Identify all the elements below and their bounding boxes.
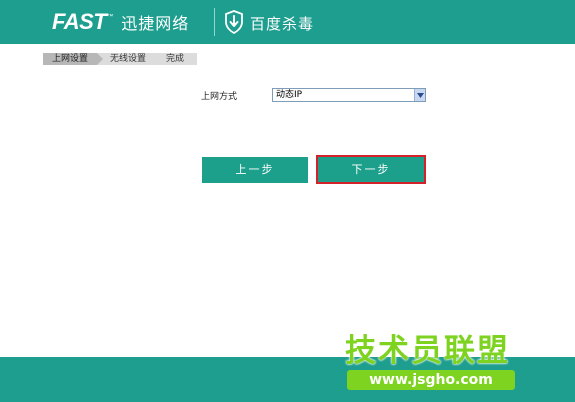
connection-type-value: 动态IP bbox=[276, 90, 303, 100]
watermark-text: 技术员联盟 bbox=[345, 333, 510, 369]
fast-logo: FAST ™ 迅捷网络 bbox=[52, 8, 189, 36]
step-internet-settings: 上网设置 bbox=[43, 53, 103, 65]
step-complete: 完成 bbox=[165, 54, 184, 64]
wizard-steps: 上网设置 无线设置 完成 bbox=[43, 53, 197, 65]
watermark: 技术员联盟 www.jsgho.com bbox=[345, 333, 515, 390]
step-wireless-settings: 无线设置 bbox=[109, 54, 146, 64]
brand-en: FAST bbox=[52, 9, 107, 34]
prev-step-button[interactable]: 上一步 bbox=[202, 157, 308, 183]
next-step-button[interactable]: 下一步 bbox=[316, 155, 426, 184]
baidu-shield-icon bbox=[225, 10, 243, 34]
partner-name: 百度杀毒 bbox=[250, 15, 315, 33]
header-bar: FAST ™ 迅捷网络 百度杀毒 bbox=[0, 0, 575, 44]
router-setup-page: FAST ™ 迅捷网络 百度杀毒 上网设置 无线设置 完成 上网方式 动态IP … bbox=[0, 0, 575, 402]
connection-type-select[interactable]: 动态IP bbox=[272, 88, 426, 102]
brand-cn: 迅捷网络 bbox=[121, 14, 190, 33]
chevron-down-icon[interactable] bbox=[414, 89, 425, 101]
watermark-url: www.jsgho.com bbox=[347, 370, 515, 390]
connection-type-label: 上网方式 bbox=[201, 92, 238, 102]
header-divider bbox=[214, 8, 215, 36]
brand-tm: ™ bbox=[107, 14, 114, 20]
